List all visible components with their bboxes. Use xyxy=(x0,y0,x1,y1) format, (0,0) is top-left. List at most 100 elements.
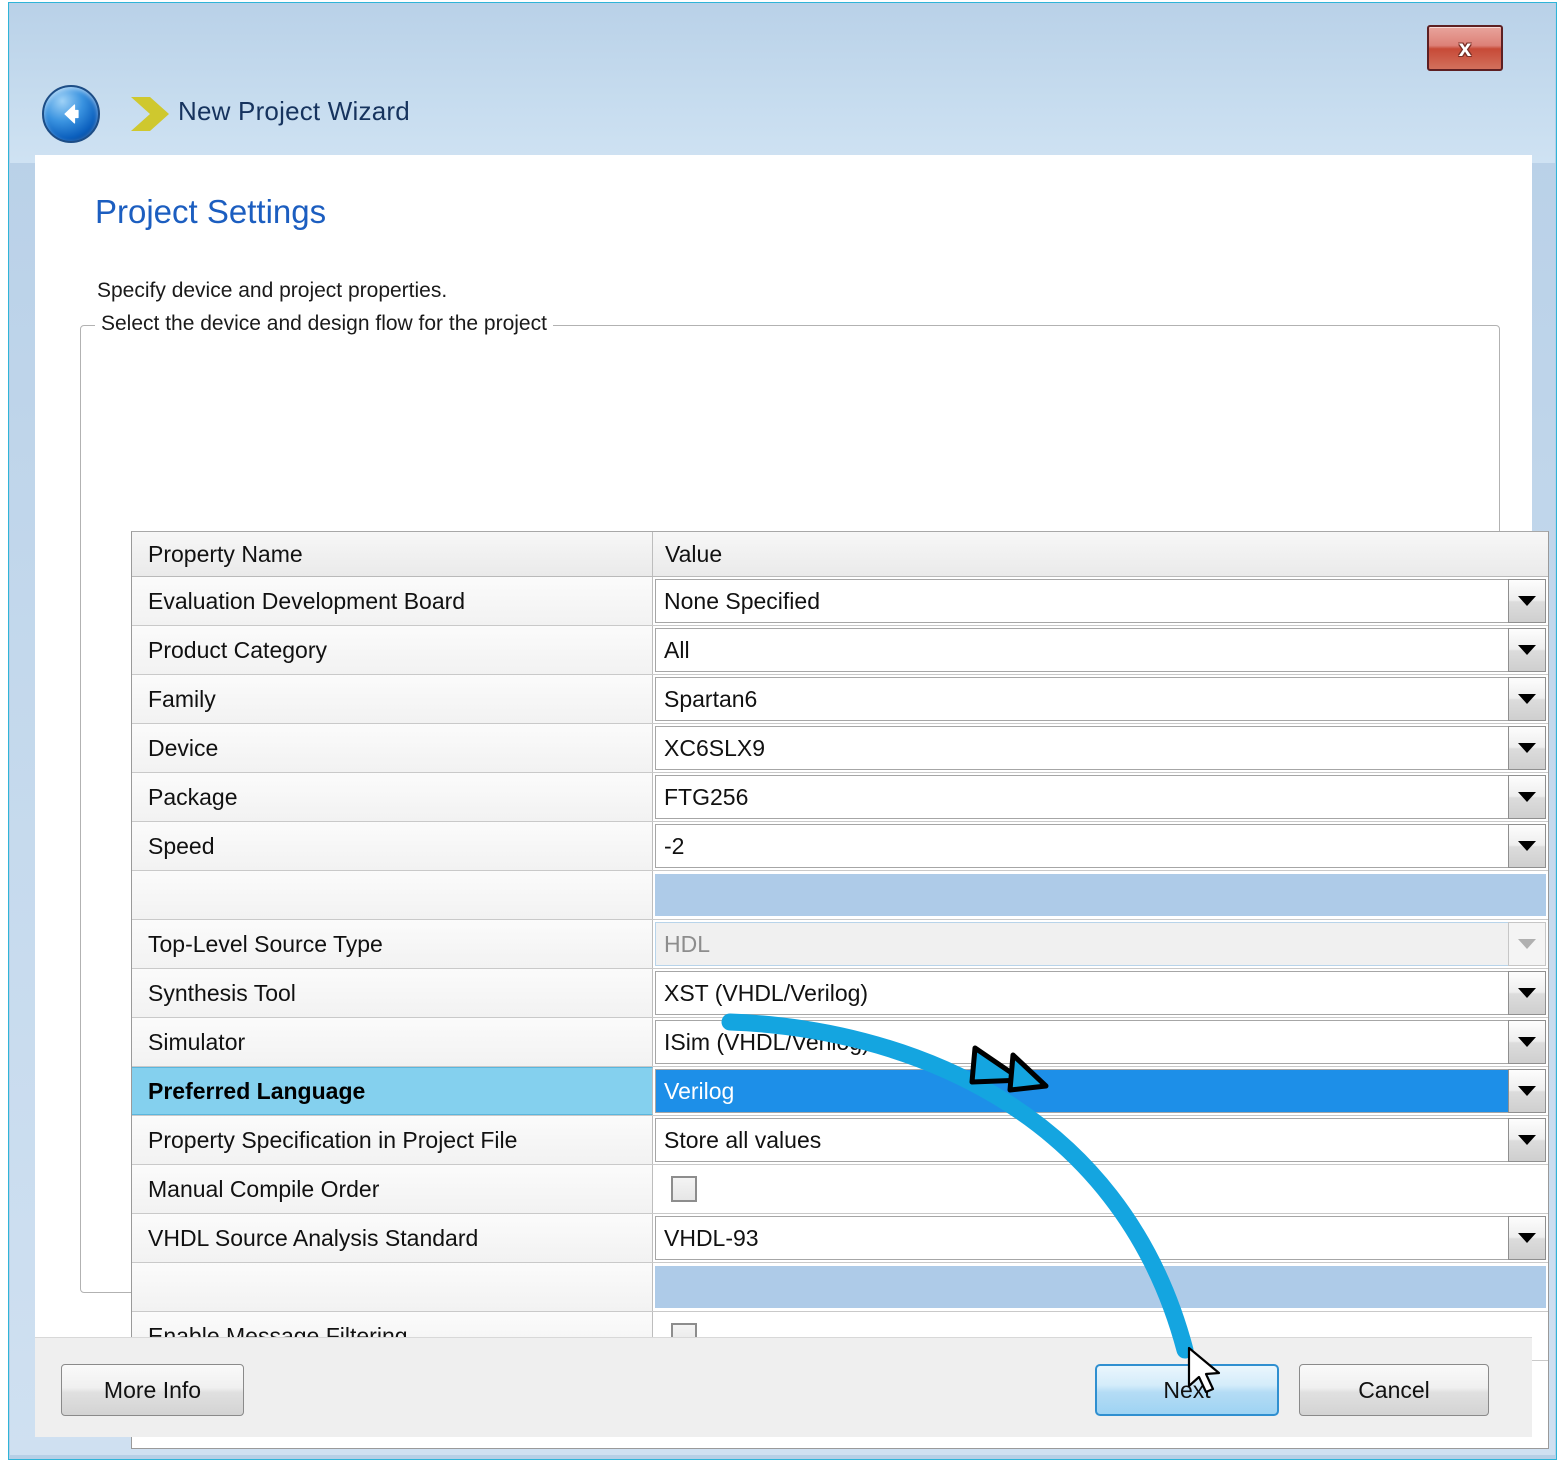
table-row[interactable]: Preferred Language Verilog xyxy=(132,1067,1548,1116)
checkbox[interactable] xyxy=(671,1176,697,1202)
combobox-value-text: HDL xyxy=(664,930,711,957)
property-value-cell[interactable]: Spartan6 xyxy=(653,675,1548,723)
property-grid[interactable]: Property Name Value Evaluation Development… xyxy=(131,531,1549,1449)
property-name-cell[interactable]: Synthesis Tool xyxy=(132,969,653,1017)
triangle-glyph xyxy=(1518,743,1536,753)
table-row[interactable]: Device XC6SLX9 xyxy=(132,724,1548,773)
property-name-cell[interactable]: Device xyxy=(132,724,653,772)
table-row[interactable]: Top-Level Source Type HDL xyxy=(132,920,1548,969)
value-combobox[interactable]: Verilog xyxy=(655,1069,1546,1113)
property-value-cell[interactable]: VHDL-93 xyxy=(653,1214,1548,1262)
property-name-cell[interactable]: Simulator xyxy=(132,1018,653,1066)
triangle-glyph xyxy=(1518,939,1536,949)
table-row[interactable]: Simulator ISim (VHDL/Verilog) xyxy=(132,1018,1548,1067)
content-panel: Project Settings Specify device and proj… xyxy=(35,155,1549,1449)
property-value-cell[interactable]: Store all values xyxy=(653,1116,1548,1164)
property-name-cell[interactable]: Evaluation Development Board xyxy=(132,577,653,625)
property-name-cell[interactable]: Manual Compile Order xyxy=(132,1165,653,1213)
property-name-cell[interactable]: Top-Level Source Type xyxy=(132,920,653,968)
table-row[interactable]: VHDL Source Analysis Standard VHDL-93 xyxy=(132,1214,1548,1263)
value-combobox[interactable]: All xyxy=(655,628,1546,672)
table-row[interactable]: Synthesis Tool XST (VHDL/Verilog) xyxy=(132,969,1548,1018)
column-header-property-name[interactable]: Property Name xyxy=(132,532,653,576)
triangle-glyph xyxy=(1518,1086,1536,1096)
triangle-glyph xyxy=(1518,841,1536,851)
triangle-glyph xyxy=(1518,792,1536,802)
value-combobox[interactable]: VHDL-93 xyxy=(655,1216,1546,1260)
table-row[interactable] xyxy=(132,871,1548,920)
back-button[interactable] xyxy=(42,85,100,143)
property-value-cell[interactable]: All xyxy=(653,626,1548,674)
table-row[interactable]: Product Category All xyxy=(132,626,1548,675)
chevron-down-icon[interactable] xyxy=(1508,726,1546,770)
property-name-cell[interactable]: Product Category xyxy=(132,626,653,674)
screenshot-root: x New Project Wizard Project Settings Sp… xyxy=(0,0,1565,1464)
cancel-button[interactable]: Cancel xyxy=(1299,1364,1489,1416)
value-combobox[interactable]: HDL xyxy=(655,922,1546,966)
property-name-cell[interactable] xyxy=(132,871,653,919)
property-value-cell[interactable]: None Specified xyxy=(653,577,1548,625)
value-combobox[interactable]: XST (VHDL/Verilog) xyxy=(655,971,1546,1015)
property-value-cell[interactable]: HDL xyxy=(653,920,1548,968)
table-row[interactable]: Property Specification in Project File St… xyxy=(132,1116,1548,1165)
more-info-button[interactable]: More Info xyxy=(61,1364,244,1416)
title-bar: x New Project Wizard xyxy=(10,3,1555,163)
value-combobox[interactable]: XC6SLX9 xyxy=(655,726,1546,770)
triangle-glyph xyxy=(1518,1135,1536,1145)
property-name-cell[interactable] xyxy=(132,1263,653,1311)
table-row[interactable]: Evaluation Development Board None Specifi… xyxy=(132,577,1548,626)
property-value-cell[interactable]: ISim (VHDL/Verilog) xyxy=(653,1018,1548,1066)
table-row[interactable]: Speed -2 xyxy=(132,822,1548,871)
value-combobox[interactable]: -2 xyxy=(655,824,1546,868)
chevron-down-icon[interactable] xyxy=(1508,677,1546,721)
column-header-value[interactable]: Value xyxy=(653,532,1548,576)
property-value-cell[interactable]: -2 xyxy=(653,822,1548,870)
grid-spacer-fill xyxy=(655,874,1546,916)
chevron-down-icon[interactable] xyxy=(1508,971,1546,1015)
property-value-cell[interactable]: XST (VHDL/Verilog) xyxy=(653,969,1548,1017)
grid-spacer-fill xyxy=(655,1266,1546,1308)
triangle-glyph xyxy=(1518,1233,1536,1243)
combobox-value-text: Store all values xyxy=(664,1126,822,1153)
groupbox-legend: Select the device and design flow for th… xyxy=(95,312,553,336)
value-combobox[interactable]: Store all values xyxy=(655,1118,1546,1162)
property-name-cell[interactable]: Package xyxy=(132,773,653,821)
chevron-down-icon[interactable] xyxy=(1508,1020,1546,1064)
combobox-value-text: All xyxy=(664,636,690,663)
chevron-down-icon[interactable] xyxy=(1508,775,1546,819)
value-combobox[interactable]: Spartan6 xyxy=(655,677,1546,721)
grid-header-row: Property Name Value xyxy=(132,532,1548,577)
wizard-window: x New Project Wizard Project Settings Sp… xyxy=(8,2,1557,1460)
table-row[interactable]: Family Spartan6 xyxy=(132,675,1548,724)
combobox-value-text: Verilog xyxy=(664,1077,735,1104)
chevron-down-icon[interactable] xyxy=(1508,628,1546,672)
chevron-down-icon[interactable] xyxy=(1508,824,1546,868)
combobox-value-text: -2 xyxy=(664,832,685,859)
window-inner-frame: x New Project Wizard Project Settings Sp… xyxy=(10,3,1555,1455)
property-name-cell[interactable]: Property Specification in Project File xyxy=(132,1116,653,1164)
property-name-cell[interactable]: Family xyxy=(132,675,653,723)
property-name-cell[interactable]: VHDL Source Analysis Standard xyxy=(132,1214,653,1262)
chevron-down-icon[interactable] xyxy=(1508,1069,1546,1113)
chevron-down-icon[interactable] xyxy=(1508,1118,1546,1162)
value-combobox[interactable]: None Specified xyxy=(655,579,1546,623)
table-row[interactable]: Package FTG256 xyxy=(132,773,1548,822)
property-value-cell[interactable] xyxy=(653,1263,1548,1311)
property-value-cell[interactable] xyxy=(653,1165,1548,1213)
value-combobox[interactable]: ISim (VHDL/Verilog) xyxy=(655,1020,1546,1064)
close-button[interactable]: x xyxy=(1427,25,1503,71)
property-name-cell[interactable]: Preferred Language xyxy=(132,1067,653,1115)
table-row[interactable] xyxy=(132,1263,1548,1312)
property-value-cell[interactable]: XC6SLX9 xyxy=(653,724,1548,772)
property-name-cell[interactable]: Speed xyxy=(132,822,653,870)
table-row[interactable]: Manual Compile Order xyxy=(132,1165,1548,1214)
next-button[interactable]: Next xyxy=(1095,1364,1279,1416)
value-combobox[interactable]: FTG256 xyxy=(655,775,1546,819)
chevron-down-icon[interactable] xyxy=(1508,922,1546,966)
triangle-glyph xyxy=(1518,694,1536,704)
property-value-cell[interactable] xyxy=(653,871,1548,919)
chevron-down-icon[interactable] xyxy=(1508,579,1546,623)
chevron-down-icon[interactable] xyxy=(1508,1216,1546,1260)
property-value-cell[interactable]: FTG256 xyxy=(653,773,1548,821)
property-value-cell[interactable]: Verilog xyxy=(653,1067,1548,1115)
